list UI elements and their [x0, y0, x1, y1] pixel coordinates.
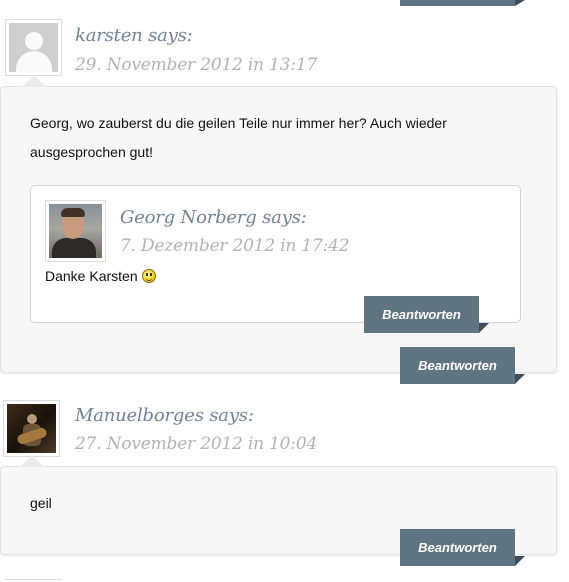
smiley-icon	[141, 269, 156, 283]
default-avatar-icon	[9, 23, 58, 72]
comment-pointer	[22, 75, 46, 87]
avatar	[45, 200, 106, 262]
comment-date[interactable]: 29. November 2012 in 13:17	[75, 55, 317, 75]
comment-text: Danke Karsten	[45, 262, 345, 291]
reply-button-fold	[515, 0, 525, 6]
comment-author[interactable]: Georg Norberg says:	[120, 207, 307, 228]
comment-text: geil	[30, 489, 330, 518]
comment-text-line: ausgesprochen gut!	[30, 144, 153, 160]
avatar	[5, 19, 62, 76]
comment-date[interactable]: 27. November 2012 in 10:04	[75, 434, 317, 454]
reply-button-previous[interactable]	[400, 0, 515, 6]
avatar	[3, 400, 60, 457]
comment-text: Georg, wo zauberst du die geilen Teile n…	[30, 109, 530, 167]
reply-button-fold	[515, 556, 525, 566]
reply-button[interactable]: Beantworten	[364, 296, 479, 333]
reply-button-fold	[479, 323, 489, 333]
comment-text-line: Georg, wo zauberst du die geilen Teile n…	[30, 115, 447, 131]
comment-author[interactable]: Manuelborges says:	[75, 405, 254, 426]
comment-text-line: Danke Karsten	[45, 268, 138, 284]
reply-button-fold	[515, 374, 525, 384]
comment-date[interactable]: 7. Dezember 2012 in 17:42	[120, 236, 350, 256]
photo-avatar	[49, 204, 102, 258]
reply-button[interactable]: Beantworten	[400, 347, 515, 384]
comment-pointer	[20, 455, 44, 467]
reply-button[interactable]: Beantworten	[400, 529, 515, 566]
comment-text-line: geil	[30, 495, 52, 511]
photo-avatar	[7, 404, 56, 453]
comment-author[interactable]: karsten says:	[75, 25, 193, 46]
